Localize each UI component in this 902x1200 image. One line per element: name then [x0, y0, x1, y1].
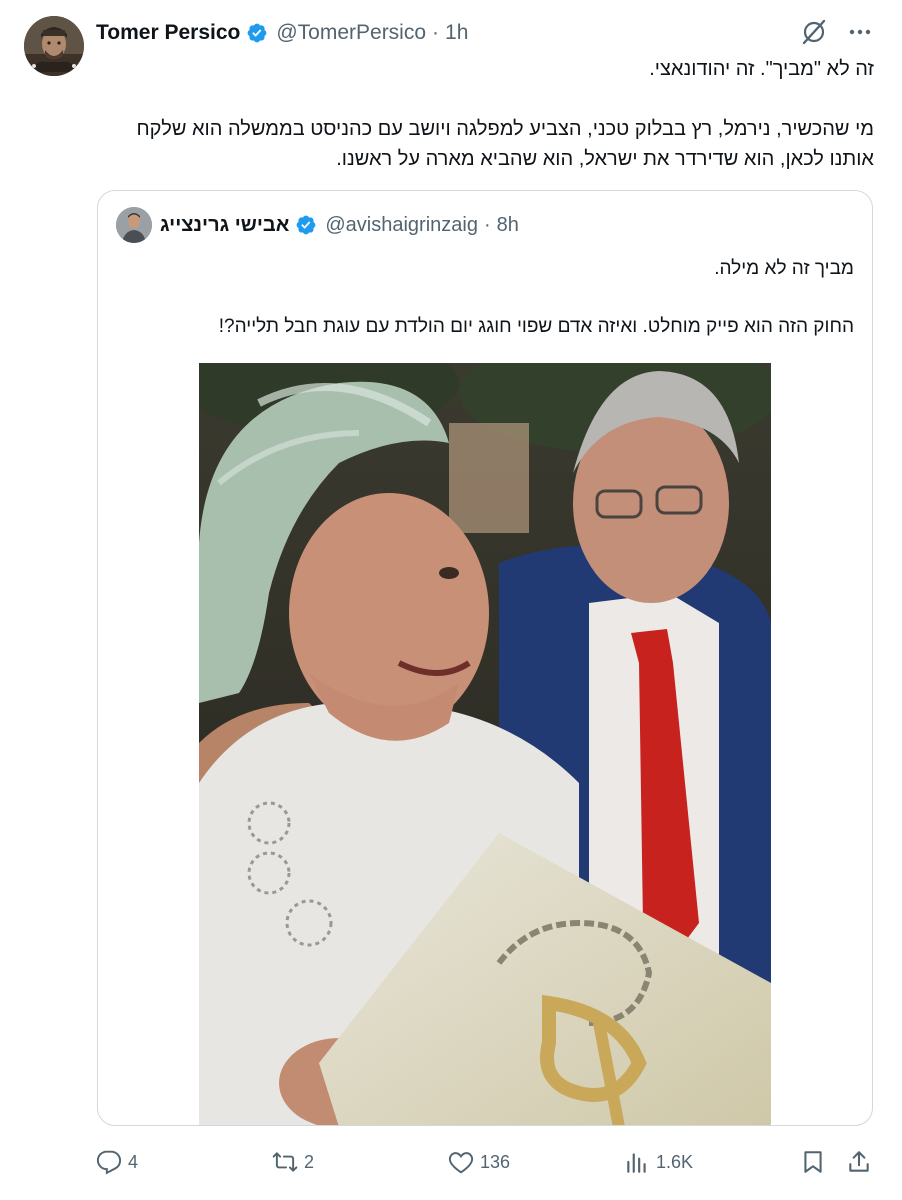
quote-text-line2: החוק הזה הוא פייק מוחלט. ואיזה אדם שפוי … [218, 316, 854, 337]
header-actions [800, 18, 874, 51]
quote-media-video[interactable] [199, 363, 771, 1125]
timestamp[interactable]: 1h [445, 21, 468, 45]
quoted-tweet[interactable]: אבישי גרינצייג @avishaigrinzaig · 8h מבי… [97, 190, 873, 1126]
quote-author-avatar[interactable] [116, 207, 152, 243]
more-options-icon[interactable] [846, 18, 874, 51]
views-count: 1.6K [656, 1151, 694, 1172]
reply-count: 4 [128, 1151, 139, 1172]
quote-verified-badge-icon[interactable] [295, 214, 317, 236]
quote-text-line1: מביך זה לא מילה. [714, 258, 854, 279]
like-count: 136 [480, 1151, 511, 1172]
quote-author-handle[interactable]: @avishaigrinzaig [325, 214, 478, 237]
repost-button[interactable]: 2 [272, 1142, 314, 1182]
bookmark-icon [804, 1151, 822, 1173]
bookmark-button[interactable] [800, 1142, 826, 1182]
repost-count: 2 [304, 1151, 315, 1172]
tweet-text-line1: זה לא "מביך". זה יהודונאצי. [649, 58, 874, 80]
quote-header: אבישי גרינצייג @avishaigrinzaig · 8h [160, 209, 519, 241]
reply-icon [96, 1150, 122, 1175]
author-handle[interactable]: @TomerPersico [276, 21, 426, 45]
quote-author-name[interactable]: אבישי גרינצייג [160, 214, 289, 237]
tweet: Tomer Persico @TomerPersico · 1h זה לא "… [0, 0, 902, 1200]
like-button[interactable]: 136 [448, 1142, 510, 1182]
heart-icon [448, 1152, 474, 1174]
reply-button[interactable]: 4 [96, 1142, 138, 1182]
grok-icon[interactable] [800, 18, 828, 51]
author-avatar[interactable] [24, 16, 84, 76]
verified-badge-icon[interactable] [246, 22, 268, 44]
share-button[interactable] [846, 1142, 872, 1182]
action-bar: 4 2 136 1.6K [96, 1142, 876, 1182]
quote-timestamp[interactable]: 8h [497, 214, 519, 237]
views-chart-icon [627, 1153, 646, 1173]
quote-separator-dot: · [483, 213, 491, 236]
repost-icon [272, 1152, 298, 1172]
tweet-text-para2: מי שהכשיר, נירמל, רץ בבלוק טכני, הצביע ל… [136, 118, 874, 170]
share-icon [849, 1151, 869, 1172]
separator-dot: · [432, 21, 440, 44]
views-button[interactable]: 1.6K [624, 1142, 693, 1182]
author-name[interactable]: Tomer Persico [96, 21, 240, 45]
tweet-header: Tomer Persico @TomerPersico · 1h [96, 18, 468, 48]
